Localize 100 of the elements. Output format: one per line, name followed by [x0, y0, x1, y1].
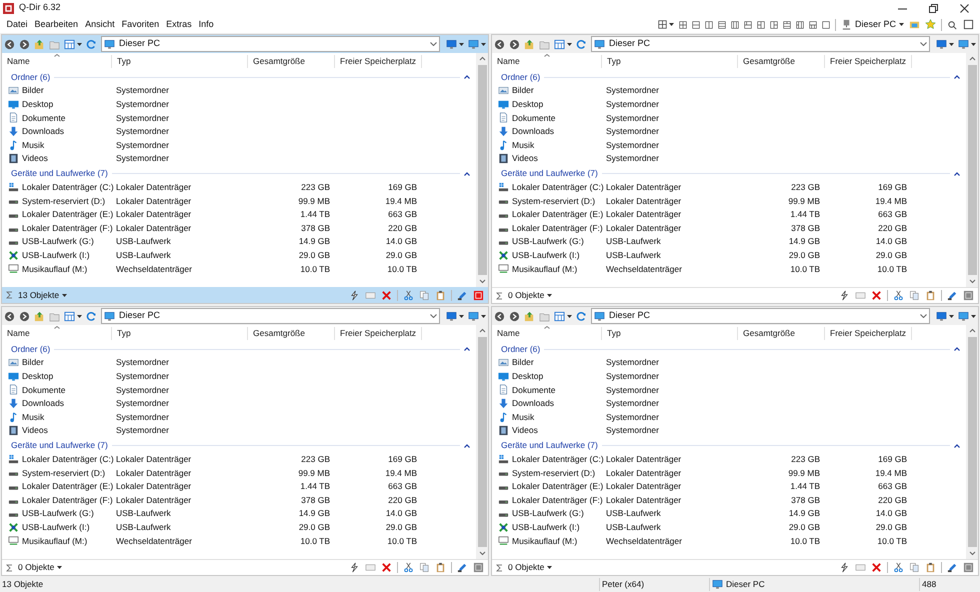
- scrollbar[interactable]: [966, 53, 978, 287]
- address-field[interactable]: Dieser PC: [101, 308, 440, 324]
- scrollbar[interactable]: [966, 325, 978, 559]
- list-row[interactable]: USB-Laufwerk (G:) USB-Laufwerk 14.9 GB 14.0 GB: [2, 506, 476, 521]
- column-header[interactable]: Freier Speicherplatz: [335, 327, 422, 340]
- list-row[interactable]: Lokaler Datenträger (C:) Lokaler Datenträger 223 GB 169 GB: [2, 180, 476, 194]
- back-icon[interactable]: [494, 38, 505, 50]
- list-row[interactable]: Lokaler Datenträger (F:) Lokaler Datenträger 378 GB 220 GB: [492, 493, 966, 507]
- group-header[interactable]: Geräte und Laufwerke (7): [501, 167, 598, 180]
- group-header[interactable]: Geräte und Laufwerke (7): [501, 439, 598, 452]
- list-row[interactable]: Dokumente Systemordner: [492, 111, 966, 125]
- column-header[interactable]: Typ: [602, 55, 738, 68]
- list-row[interactable]: Desktop Systemordner: [492, 370, 966, 384]
- collapse-icon[interactable]: [464, 347, 470, 351]
- pane-toggle-icon[interactable]: [963, 290, 974, 301]
- column-header[interactable]: Typ: [112, 55, 248, 68]
- collapse-icon[interactable]: [464, 172, 470, 176]
- layout-icon[interactable]: [822, 20, 830, 28]
- folder-up-icon[interactable]: [524, 310, 535, 322]
- computer-icon[interactable]: [104, 310, 115, 322]
- monitor-icon[interactable]: [958, 310, 969, 322]
- collapse-icon[interactable]: [954, 347, 960, 351]
- view-grid-icon[interactable]: [554, 310, 565, 322]
- delete-icon[interactable]: [381, 562, 392, 573]
- monitor-icon[interactable]: [958, 38, 969, 50]
- list-row[interactable]: Musik Systemordner: [492, 138, 966, 152]
- caret-icon[interactable]: [547, 566, 552, 569]
- collapse-icon[interactable]: [954, 444, 960, 448]
- caret-icon[interactable]: [547, 294, 552, 297]
- list-row[interactable]: Dokumente Systemordner: [2, 383, 476, 397]
- list-row[interactable]: Musik Systemordner: [2, 410, 476, 424]
- caret-icon[interactable]: [481, 42, 486, 46]
- menu-item[interactable]: Info: [195, 18, 218, 32]
- pen-icon[interactable]: [457, 290, 468, 300]
- layout-icon[interactable]: [808, 20, 817, 28]
- list-row[interactable]: Lokaler Datenträger (C:) Lokaler Datenträger 223 GB 169 GB: [2, 452, 476, 466]
- collapse-icon[interactable]: [464, 75, 470, 79]
- computer-icon[interactable]: [712, 579, 723, 590]
- caret-icon[interactable]: [949, 314, 954, 318]
- caret-icon[interactable]: [949, 42, 954, 46]
- forward-icon[interactable]: [19, 38, 30, 50]
- list-row[interactable]: USB-Laufwerk (I:) USB-Laufwerk 29.0 GB 29.0 GB: [492, 248, 966, 262]
- list-row[interactable]: System-reserviert (D:) Lokaler Datenträger 99.9 MB 19.4 MB: [492, 466, 966, 480]
- delete-icon[interactable]: [381, 290, 392, 300]
- layout-icon[interactable]: [678, 20, 687, 28]
- column-header[interactable]: Freier Speicherplatz: [825, 55, 912, 68]
- monitor-icon[interactable]: [446, 38, 457, 50]
- list-row[interactable]: Desktop Systemordner: [2, 370, 476, 384]
- view-grid-icon[interactable]: [554, 38, 565, 50]
- layout-icon[interactable]: [730, 20, 739, 28]
- back-icon[interactable]: [4, 310, 15, 322]
- list-row[interactable]: USB-Laufwerk (G:) USB-Laufwerk 14.9 GB 14.0 GB: [492, 234, 966, 249]
- column-header[interactable]: Name: [492, 55, 602, 68]
- list-row[interactable]: Desktop Systemordner: [2, 98, 476, 112]
- list-row[interactable]: Videos Systemordner: [492, 152, 966, 166]
- list-row[interactable]: Lokaler Datenträger (F:) Lokaler Datenträger 378 GB 220 GB: [2, 493, 476, 507]
- list-row[interactable]: Desktop Systemordner: [492, 98, 966, 112]
- restore-icon[interactable]: [929, 4, 938, 12]
- lightning-icon[interactable]: [349, 290, 360, 300]
- monitor-icon[interactable]: [468, 38, 479, 50]
- menu-item[interactable]: Datei: [3, 18, 32, 32]
- list-row[interactable]: Dokumente Systemordner: [2, 111, 476, 125]
- delete-icon[interactable]: [871, 562, 882, 573]
- group-header[interactable]: Ordner (6): [501, 342, 540, 356]
- caret-icon[interactable]: [971, 314, 976, 318]
- list-row[interactable]: Videos Systemordner: [2, 152, 476, 166]
- pane-toggle-icon[interactable]: [473, 562, 484, 573]
- chevron-icon[interactable]: [430, 42, 437, 46]
- list-row[interactable]: Musikauflauf (M:) Wechseldatenträger 10.0 TB 10.0 TB: [2, 262, 476, 276]
- copy-icon[interactable]: [419, 562, 430, 573]
- list-row[interactable]: USB-Laufwerk (I:) USB-Laufwerk 29.0 GB 29.0 GB: [2, 248, 476, 262]
- column-header[interactable]: Name: [492, 327, 602, 340]
- refresh-icon[interactable]: [576, 310, 587, 322]
- menu-item[interactable]: Favoriten: [118, 18, 163, 32]
- list-row[interactable]: Lokaler Datenträger (F:) Lokaler Datenträger 378 GB 220 GB: [2, 221, 476, 235]
- monitor-icon[interactable]: [446, 310, 457, 322]
- lightning-icon[interactable]: [349, 562, 360, 573]
- address-field[interactable]: Dieser PC: [101, 36, 440, 52]
- list-row[interactable]: Musikauflauf (M:) Wechseldatenträger 10.0 TB 10.0 TB: [2, 534, 476, 548]
- list-row[interactable]: Musik Systemordner: [492, 410, 966, 424]
- forward-icon[interactable]: [509, 38, 520, 50]
- menu-item[interactable]: Bearbeiten: [31, 18, 82, 32]
- list-row[interactable]: USB-Laufwerk (I:) USB-Laufwerk 29.0 GB 29.0 GB: [492, 520, 966, 534]
- caret-icon[interactable]: [77, 42, 82, 46]
- list-row[interactable]: USB-Laufwerk (G:) USB-Laufwerk 14.9 GB 14.0 GB: [492, 506, 966, 521]
- clipboard-icon[interactable]: [925, 290, 936, 301]
- pane-toggle-icon[interactable]: [963, 562, 974, 573]
- list-row[interactable]: System-reserviert (D:) Lokaler Datenträger 99.9 MB 19.4 MB: [492, 194, 966, 208]
- column-header[interactable]: Freier Speicherplatz: [825, 327, 912, 340]
- chevron-icon[interactable]: [920, 314, 927, 318]
- list-row[interactable]: USB-Laufwerk (I:) USB-Laufwerk 29.0 GB 29.0 GB: [2, 520, 476, 534]
- folder-computer-icon[interactable]: [909, 19, 920, 30]
- list-row[interactable]: Lokaler Datenträger (C:) Lokaler Datenträger 223 GB 169 GB: [492, 180, 966, 194]
- list-row[interactable]: Musikauflauf (M:) Wechseldatenträger 10.0 TB 10.0 TB: [492, 262, 966, 276]
- layout-grid-icon[interactable]: [658, 20, 667, 29]
- envelope-icon[interactable]: [365, 562, 376, 573]
- back-icon[interactable]: [4, 38, 15, 50]
- scroll-thumb[interactable]: [968, 65, 976, 275]
- caret-icon[interactable]: [971, 42, 976, 46]
- view-grid-icon[interactable]: [64, 310, 75, 322]
